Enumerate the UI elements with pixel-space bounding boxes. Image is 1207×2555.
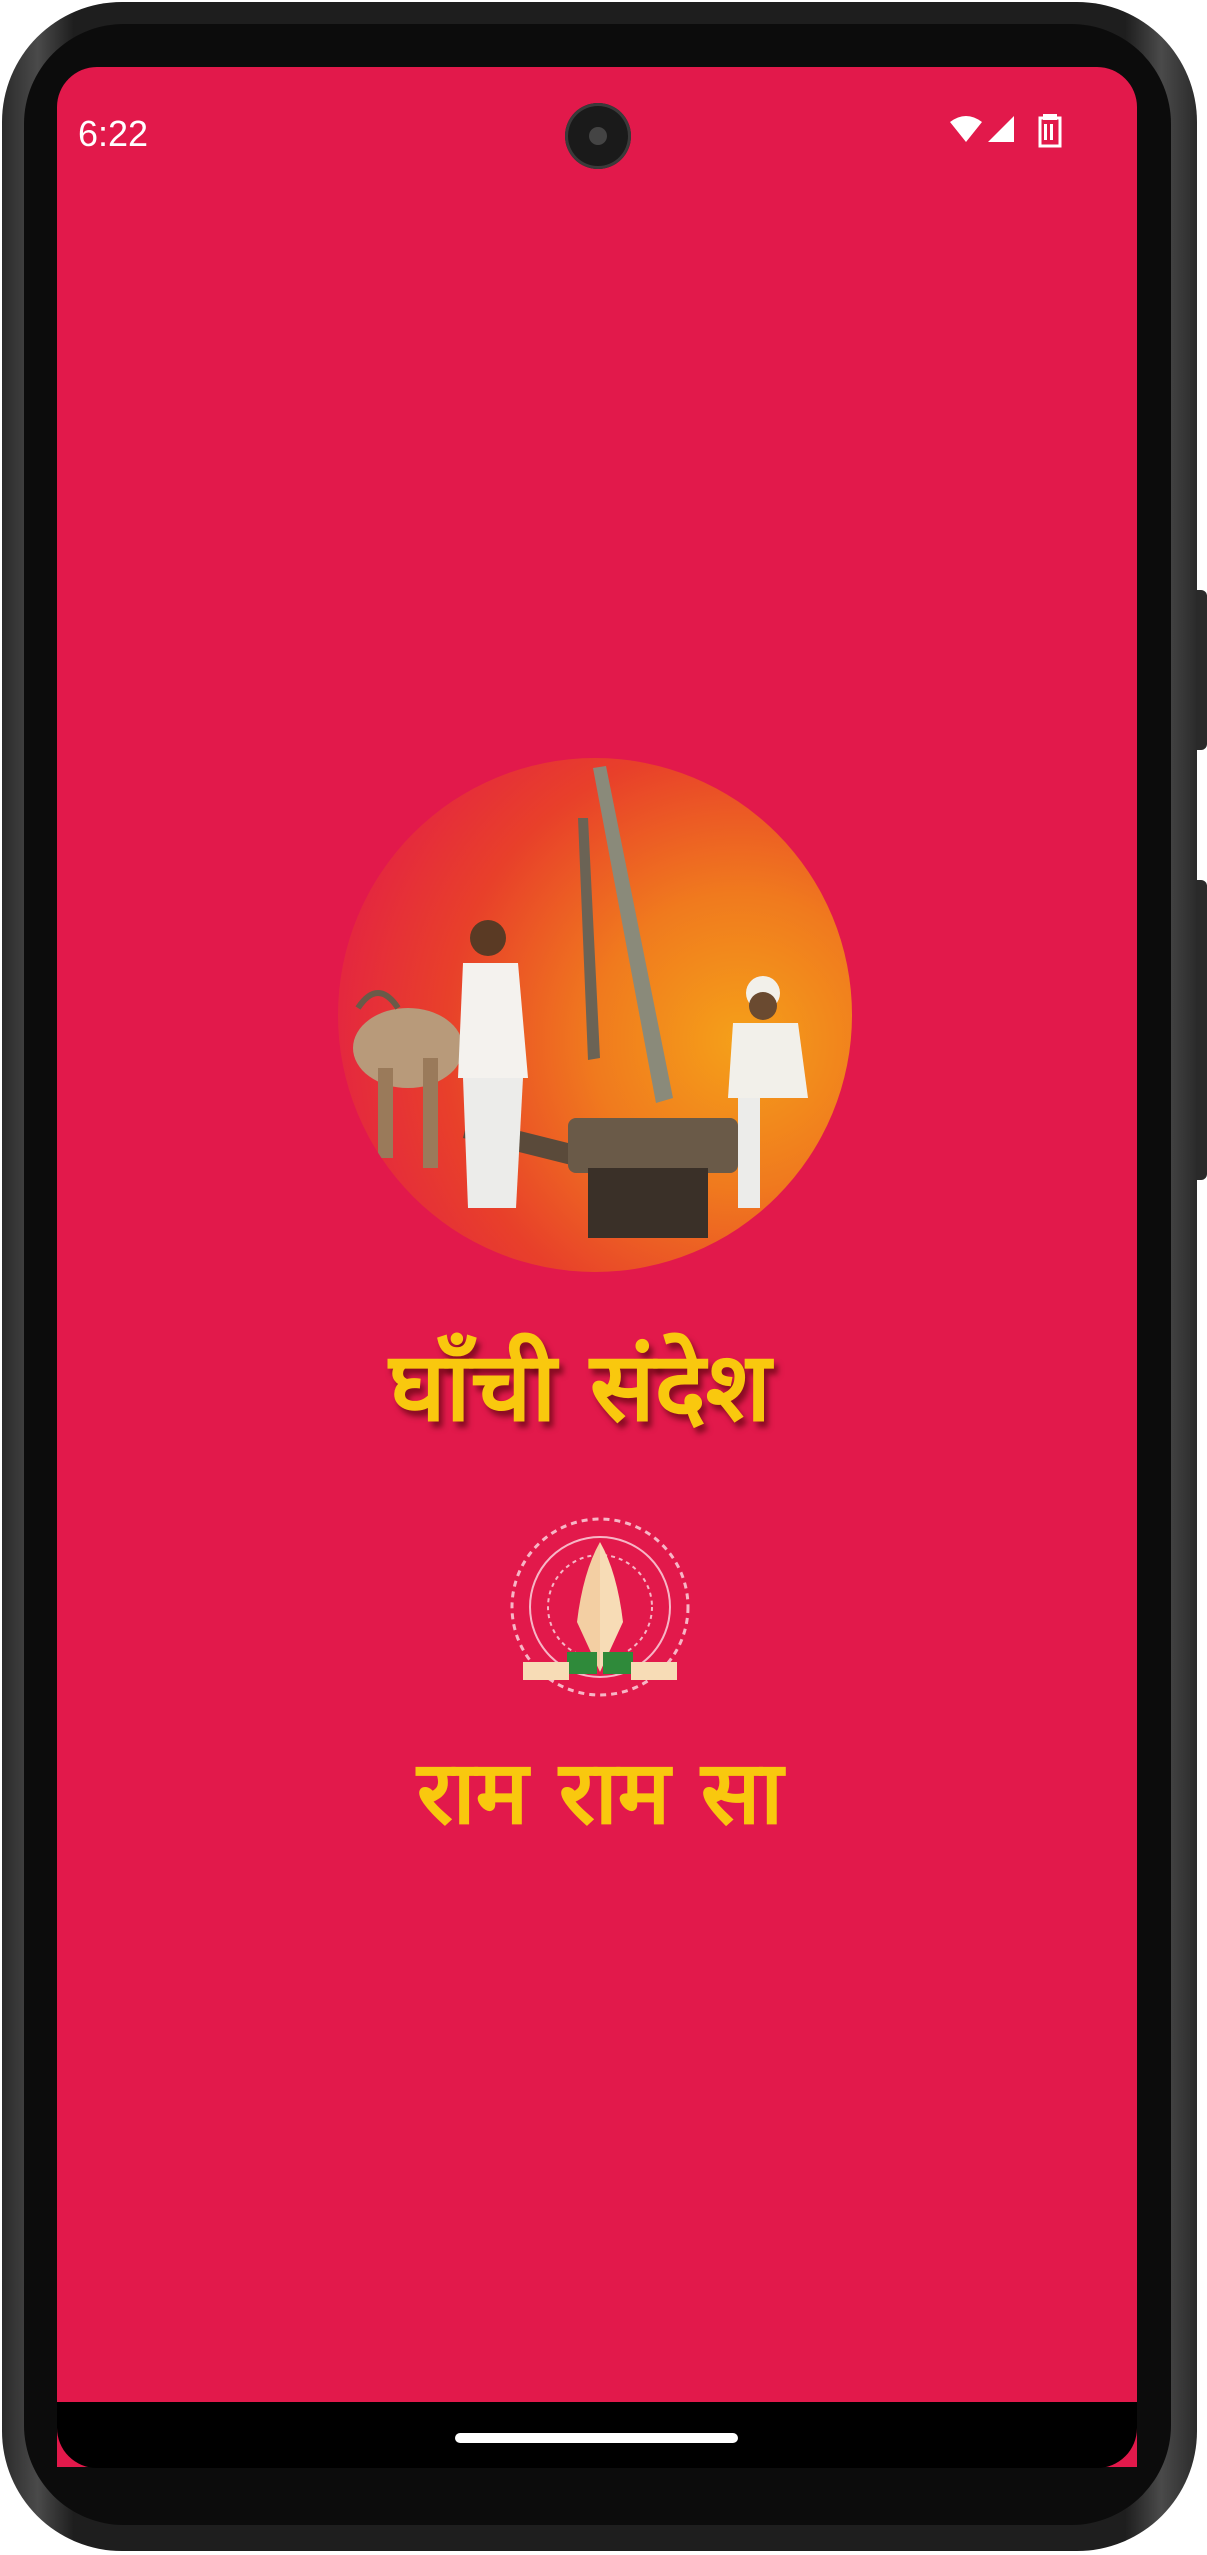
app-logo-image (338, 758, 852, 1272)
power-button (1196, 880, 1207, 1180)
front-camera (565, 103, 631, 169)
battery-icon (1038, 114, 1062, 148)
home-indicator[interactable] (455, 2433, 738, 2443)
signal-icon (988, 116, 1014, 142)
status-icons (948, 112, 1068, 152)
phone-device: 6:22 घाँची संदेश राम राम सा (0, 0, 1207, 2555)
namaste-hands-icon (505, 1512, 695, 1702)
volume-button (1196, 590, 1207, 750)
greeting-text: राम राम सा (416, 1741, 784, 1844)
status-time: 6:22 (78, 113, 149, 154)
wifi-icon (950, 116, 982, 142)
app-title: घाँची संदेश (389, 1331, 771, 1443)
